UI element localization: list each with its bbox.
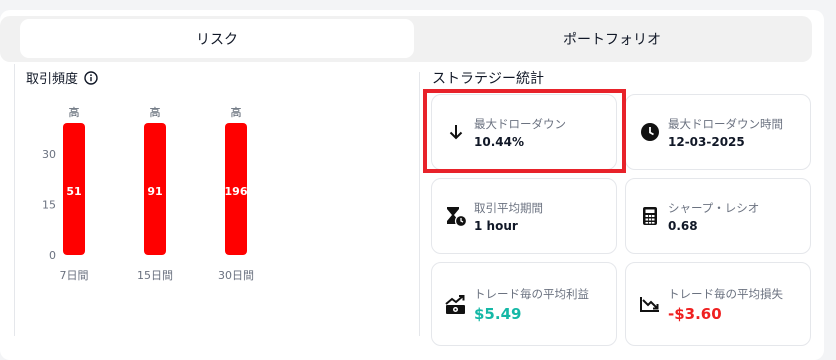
max-drawdown-time-label: 最大ドローダウン時間 — [668, 116, 783, 131]
avg-profit-card[interactable]: トレード毎の平均利益 $5.49 — [431, 262, 617, 346]
bar-level-label: 高 — [231, 105, 242, 119]
bar-value-label: 91 — [147, 185, 162, 198]
avg-loss-label: トレード毎の平均損失 — [668, 286, 783, 301]
tab-portfolio[interactable]: ポートフォリオ — [414, 19, 810, 58]
y-tick-label: 15 — [42, 199, 56, 212]
max-drawdown-time-value: 12-03-2025 — [668, 134, 745, 149]
strategy-stats-title: ストラテジー統計 — [432, 71, 544, 87]
calculator-icon — [632, 206, 668, 226]
avg-profit-value: $5.49 — [474, 304, 522, 323]
bar-level-label: 高 — [150, 105, 161, 119]
avg-trade-duration-label: 取引平均期間 — [474, 200, 543, 215]
trend-down-icon — [632, 295, 668, 313]
sharpe-ratio-card[interactable]: シャープ・レシオ 0.68 — [625, 178, 811, 254]
panel-divider — [419, 72, 420, 336]
bar-value-label: 51 — [66, 185, 81, 198]
money-trend-up-icon — [438, 293, 474, 315]
y-tick-label: 0 — [49, 249, 56, 262]
bar-value-label: 196 — [225, 185, 248, 198]
max-drawdown-card[interactable]: 最大ドローダウン 10.44% — [431, 94, 617, 170]
avg-loss-value: -$3.60 — [668, 304, 722, 323]
max-drawdown-value: 10.44% — [474, 134, 524, 149]
x-category-label: 7日間 — [60, 269, 89, 282]
max-drawdown-time-card[interactable]: 最大ドローダウン時間 12-03-2025 — [625, 94, 811, 170]
y-tick-label: 30 — [42, 148, 56, 161]
max-drawdown-label: 最大ドローダウン — [474, 116, 566, 131]
sharpe-ratio-value: 0.68 — [668, 218, 698, 233]
bar-level-label: 高 — [69, 105, 80, 119]
hourglass-clock-icon — [438, 205, 474, 227]
clock-icon — [632, 122, 668, 142]
x-category-label: 30日間 — [218, 269, 254, 282]
trade-frequency-chart: 0 15 30 51 高 7日間 91 高 15日間 196 高 30日間 — [42, 105, 254, 282]
x-category-label: 15日間 — [137, 269, 173, 282]
avg-trade-duration-card[interactable]: 取引平均期間 1 hour — [431, 178, 617, 254]
avg-profit-label: トレード毎の平均利益 — [474, 286, 589, 301]
sharpe-ratio-label: シャープ・レシオ — [668, 200, 760, 215]
arrow-down-icon — [438, 123, 474, 141]
avg-trade-duration-value: 1 hour — [474, 218, 518, 233]
avg-loss-card[interactable]: トレード毎の平均損失 -$3.60 — [625, 262, 811, 346]
